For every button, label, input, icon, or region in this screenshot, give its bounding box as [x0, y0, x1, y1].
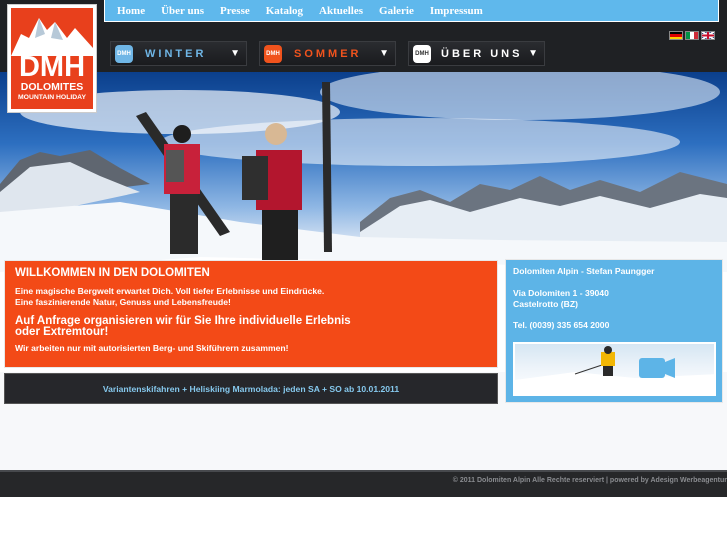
- contact-phone[interactable]: Tel. (0039) 335 654 2000: [513, 320, 715, 331]
- welcome-title: WILLKOMMEN IN DEN DOLOMITEN: [15, 267, 210, 279]
- logo-tagline: MOUNTAIN HOLIDAY: [18, 94, 86, 101]
- menu-sommer-label: SOMMER: [294, 47, 362, 60]
- welcome-box: WILLKOMMEN IN DEN DOLOMITEN Eine magisch…: [4, 260, 498, 368]
- dmh-icon: DMH: [115, 44, 133, 63]
- language-switcher: [669, 31, 715, 40]
- dmh-icon: DMH: [264, 44, 282, 63]
- footer-copyright: © 2011 Dolomiten Alpin Alle Rechte reser…: [452, 477, 727, 484]
- menu-sommer[interactable]: DMH SOMMER ▼: [259, 41, 396, 66]
- dmh-icon: DMH: [413, 44, 431, 63]
- logo-subtitle: DOLOMITES: [20, 81, 84, 93]
- logo-mountain-icon: [11, 18, 93, 56]
- footer-bar: © 2011 Dolomiten Alpin Alle Rechte reser…: [0, 470, 727, 497]
- nav-aktuelles[interactable]: Aktuelles: [315, 5, 367, 17]
- top-navigation: Home Über uns Presse Katalog Aktuelles G…: [104, 0, 719, 22]
- event-banner[interactable]: Variantenskifahren + Heliskiing Marmolad…: [4, 373, 498, 404]
- chevron-down-icon: ▼: [379, 48, 389, 59]
- menu-winter-label: WINTER: [145, 47, 207, 60]
- nav-home[interactable]: Home: [113, 5, 149, 17]
- site-logo[interactable]: DMH DOLOMITES MOUNTAIN HOLIDAY: [7, 4, 97, 113]
- contact-box: Dolomiten Alpin - Stefan Paungger Via Do…: [505, 259, 723, 403]
- logo-panel: DMH DOLOMITES MOUNTAIN HOLIDAY: [11, 8, 93, 109]
- contact-city: Castelrotto (BZ): [513, 299, 578, 309]
- nav-impressum[interactable]: Impressum: [426, 5, 487, 17]
- welcome-line-1: Eine magische Bergwelt erwartet Dich. Vo…: [15, 286, 325, 296]
- nav-presse[interactable]: Presse: [216, 5, 254, 17]
- logo-text: DMH: [18, 51, 86, 83]
- welcome-footer: Wir arbeiten nur mit autorisierten Berg-…: [15, 343, 289, 353]
- menu-winter[interactable]: DMH WINTER ▼: [110, 41, 247, 66]
- chevron-down-icon: ▼: [230, 48, 240, 59]
- menu-ueber-uns[interactable]: DMH ÜBER UNS ▼: [408, 41, 545, 66]
- contact-street: Via Dolomiten 1 - 39040: [513, 288, 609, 298]
- welcome-line-2: Eine faszinierende Natur, Genuss und Leb…: [15, 297, 231, 307]
- skier-video-image: [515, 346, 714, 394]
- nav-ueber-uns[interactable]: Über uns: [157, 5, 208, 17]
- flag-it-icon[interactable]: [685, 31, 699, 40]
- welcome-highlight: Auf Anfrage organisieren wir für Sie Ihr…: [15, 315, 351, 338]
- nav-galerie[interactable]: Galerie: [375, 5, 418, 17]
- nav-katalog[interactable]: Katalog: [262, 5, 307, 17]
- video-thumbnail[interactable]: [513, 342, 716, 396]
- menu-ueber-uns-label: ÜBER UNS: [441, 47, 523, 60]
- contact-name: Dolomiten Alpin - Stefan Paungger: [513, 266, 655, 276]
- flag-de-icon[interactable]: [669, 31, 683, 40]
- chevron-down-icon: ▼: [528, 48, 538, 59]
- flag-en-icon[interactable]: [701, 31, 715, 40]
- event-text: Variantenskifahren + Heliskiing Marmolad…: [102, 383, 400, 394]
